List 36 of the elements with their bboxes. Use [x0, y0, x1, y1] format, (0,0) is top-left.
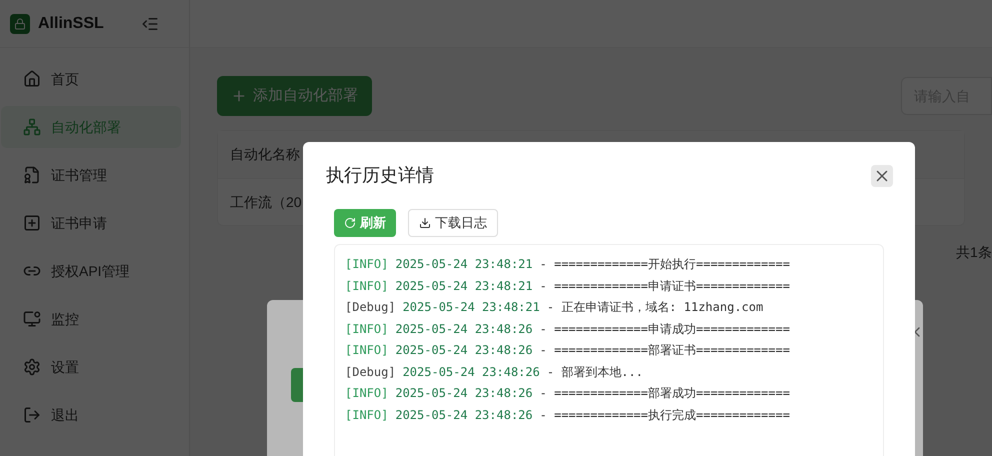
- download-icon: [419, 217, 431, 229]
- network-icon: [23, 118, 41, 136]
- sidebar-item[interactable]: 证书管理: [1, 154, 181, 196]
- add-automation-button[interactable]: 添加自动化部署: [217, 76, 372, 116]
- certificate-icon: [23, 166, 41, 184]
- log-line: [INFO] 2025-05-24 23:48:26 - =============执行完成=============: [345, 406, 791, 424]
- log-line: [INFO] 2025-05-24 23:48:26 - =============申请成功=============: [345, 320, 791, 338]
- refresh-icon: [344, 217, 356, 229]
- sidebar-item[interactable]: 自动化部署: [1, 106, 181, 148]
- sidebar-item[interactable]: 首页: [1, 58, 181, 100]
- logout-icon: [23, 406, 41, 424]
- log-line: [Debug] 2025-05-24 23:48:26 - 部署到本地...: [345, 364, 644, 380]
- plus-square-icon: [23, 214, 41, 232]
- total-count: 共1条: [956, 243, 992, 262]
- app-name: AllinSSL: [38, 14, 104, 34]
- home-icon: [23, 70, 41, 88]
- log-line: [INFO] 2025-05-24 23:48:26 - =============部署证书=============: [345, 342, 791, 359]
- dialog-title: 执行历史详情: [326, 164, 434, 187]
- sidebar-item[interactable]: 授权API管理: [1, 250, 181, 292]
- log-line: [Debug] 2025-05-24 23:48:21 - 正在申请证书，域名: 11zhang.com: [345, 299, 764, 316]
- sidebar-item[interactable]: 监控: [1, 298, 181, 340]
- download-log-button[interactable]: 下载日志: [408, 209, 498, 237]
- sidebar-item[interactable]: 设置: [1, 346, 181, 388]
- log-line: [INFO] 2025-05-24 23:48:21 - =============申请证书=============: [345, 278, 791, 294]
- column-header: 自动化名称: [230, 145, 300, 164]
- plus-icon: [231, 88, 247, 104]
- log-line: [INFO] 2025-05-24 23:48:26 - =============部署成功=============: [345, 385, 791, 402]
- settings-icon: [23, 358, 41, 376]
- sidebar-item[interactable]: 退出: [1, 394, 181, 436]
- sidebar-item[interactable]: 证书申请: [1, 202, 181, 244]
- close-button[interactable]: [871, 164, 893, 186]
- refresh-button[interactable]: 刷新: [334, 209, 396, 237]
- monitor-icon: [23, 310, 41, 328]
- lock-logo-icon: [10, 14, 30, 34]
- log-line: [INFO] 2025-05-24 23:48:21 - =============开始执行=============: [345, 256, 791, 273]
- table-cell-text: 工作流（20: [230, 192, 302, 212]
